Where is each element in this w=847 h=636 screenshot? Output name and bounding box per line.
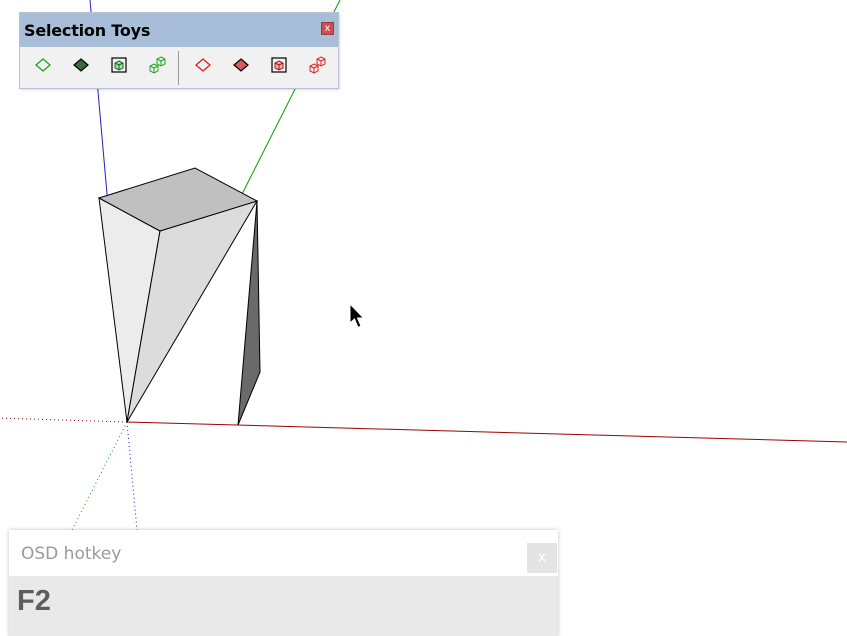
- select-groups-button[interactable]: [107, 53, 131, 77]
- toolbar-title: Selection Toys: [24, 21, 151, 40]
- deselect-faces-button[interactable]: [191, 53, 215, 77]
- toolbar-titlebar[interactable]: Selection Toys x: [20, 13, 338, 47]
- osd-header: OSD hotkey x: [9, 530, 558, 576]
- red-axis: [126, 421, 847, 443]
- shape-dark-face[interactable]: [237, 200, 261, 426]
- osd-close-button[interactable]: x: [527, 543, 557, 573]
- deselect-components-button[interactable]: [305, 53, 329, 77]
- toolbar-close-button[interactable]: x: [321, 22, 334, 35]
- component-cubes-icon: [309, 56, 326, 74]
- group-cube-icon: [111, 57, 127, 73]
- red-axis-hidden: [0, 417, 128, 423]
- face-filled-icon: [233, 58, 249, 72]
- face-outline-icon: [195, 58, 211, 72]
- modeling-viewport[interactable]: Selection Toys x OSD hotkey x F2: [0, 0, 847, 636]
- deselect-groups-button[interactable]: [267, 53, 291, 77]
- green-axis-hidden: [71, 421, 128, 531]
- mouse-pointer-icon: [349, 303, 365, 329]
- group-cube-icon: [271, 57, 287, 73]
- select-faces-button[interactable]: [31, 53, 55, 77]
- face-filled-icon: [73, 58, 89, 72]
- component-cubes-icon: [149, 56, 166, 74]
- osd-title: OSD hotkey: [21, 544, 122, 564]
- selection-toys-toolbar: Selection Toys x: [19, 12, 339, 89]
- osd-hotkey-label: F2: [17, 585, 51, 617]
- select-faces-filled-button[interactable]: [69, 53, 93, 77]
- select-components-button[interactable]: [145, 53, 169, 77]
- osd-hotkey-panel: OSD hotkey x F2: [9, 530, 558, 636]
- face-outline-icon: [35, 58, 51, 72]
- deselect-faces-filled-button[interactable]: [229, 53, 253, 77]
- toolbar-separator: [178, 51, 179, 85]
- blue-axis-hidden: [126, 421, 138, 531]
